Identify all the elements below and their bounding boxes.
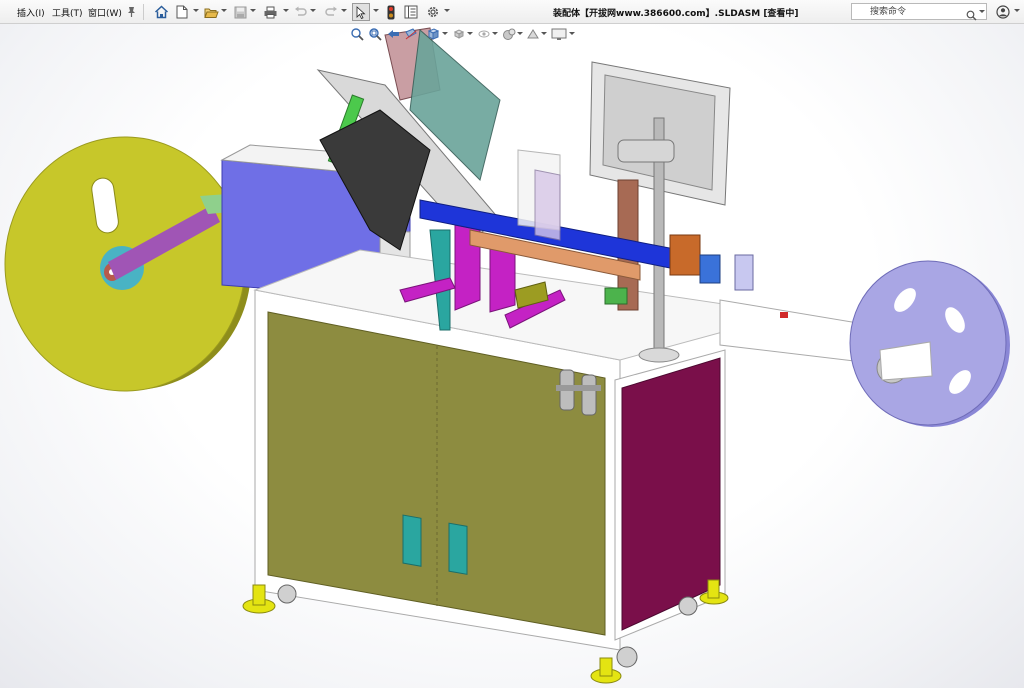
machine-model (4, 27, 1010, 684)
select-dropdown-caret[interactable] (373, 9, 379, 12)
document-title: 装配体【开拔网www.386600.com】.SLDASM [查看中] (553, 9, 799, 19)
menu-insert[interactable]: 插入(I) (17, 6, 45, 19)
search-icon[interactable] (966, 6, 977, 25)
new-dropdown-caret[interactable] (193, 9, 199, 12)
search-dropdown-caret[interactable] (979, 10, 985, 13)
undo-dropdown-caret[interactable] (310, 9, 316, 12)
select-icon[interactable] (352, 3, 370, 21)
open-dropdown-caret[interactable] (221, 9, 227, 12)
hide-show-caret[interactable] (492, 32, 498, 35)
search-input[interactable] (870, 4, 966, 19)
section-view-icon[interactable] (404, 26, 418, 45)
open-icon[interactable] (203, 3, 219, 21)
title-bar: 插入(I) 工具(T) 窗口(W) 装配体【开拔网www.386600.com】… (0, 0, 1024, 24)
zoom-to-fit-icon[interactable] (350, 26, 364, 45)
left-label-reel (4, 136, 251, 392)
previous-view-icon[interactable] (386, 26, 400, 45)
undo-icon[interactable] (293, 3, 307, 21)
pin-icon[interactable] (124, 3, 138, 21)
save-icon[interactable] (233, 3, 247, 21)
options-gear-icon[interactable] (425, 3, 440, 21)
door-handle-left (402, 514, 422, 567)
apply-scene-caret[interactable] (541, 32, 547, 35)
new-document-icon[interactable] (175, 3, 189, 21)
hide-show-icon[interactable] (477, 26, 491, 45)
edit-appearance-icon[interactable] (502, 26, 516, 45)
home-icon[interactable] (153, 3, 169, 21)
options-dropdown-caret[interactable] (444, 9, 450, 12)
apply-scene-icon[interactable] (526, 26, 540, 45)
search-box (851, 3, 987, 21)
view-settings-icon[interactable] (551, 26, 567, 45)
view-orientation-caret[interactable] (442, 32, 448, 35)
print-icon[interactable] (262, 3, 278, 21)
view-orientation-icon[interactable] (426, 26, 440, 45)
redo-icon[interactable] (324, 3, 338, 21)
redo-dropdown-caret[interactable] (341, 9, 347, 12)
view-settings-caret[interactable] (569, 32, 575, 35)
right-arm-and-reel (719, 260, 1010, 427)
user-account-icon[interactable] (995, 3, 1011, 21)
display-style-caret[interactable] (467, 32, 473, 35)
zoom-area-icon[interactable] (368, 26, 382, 45)
menu-tools[interactable]: 工具(T) (52, 6, 83, 19)
traffic-light-icon[interactable] (385, 3, 397, 21)
toolbar-separator (143, 4, 144, 20)
properties-icon[interactable] (403, 3, 419, 21)
print-dropdown-caret[interactable] (283, 9, 289, 12)
user-dropdown-caret[interactable] (1014, 9, 1020, 12)
graphics-area[interactable] (0, 24, 1024, 688)
menu-window[interactable]: 窗口(W) (88, 6, 122, 19)
display-style-icon[interactable] (452, 26, 466, 45)
edit-appearance-caret[interactable] (517, 32, 523, 35)
save-dropdown-caret[interactable] (250, 9, 256, 12)
